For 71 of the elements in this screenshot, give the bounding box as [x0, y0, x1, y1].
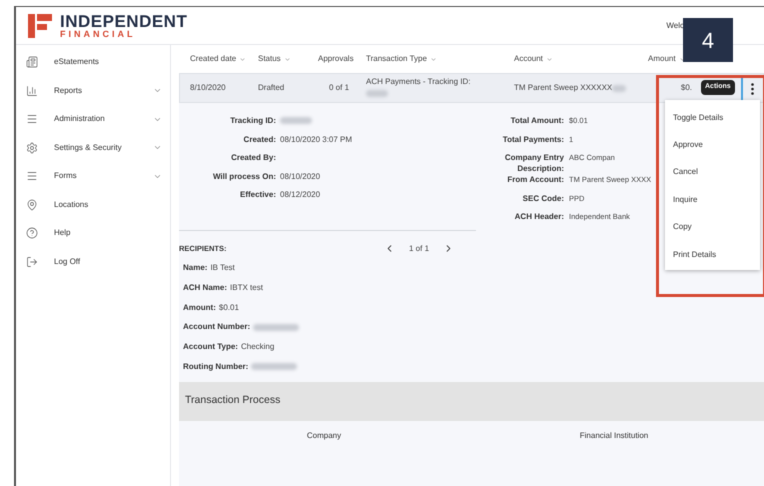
menu-item[interactable]: Approve: [665, 131, 760, 159]
step-badge: 4: [683, 18, 733, 62]
sort-icon: [284, 56, 291, 62]
column-header[interactable]: Transaction Type: [366, 53, 437, 65]
detail-label: Total Amount:: [510, 115, 564, 126]
detail-label: ACH Header:: [514, 211, 564, 222]
recipient-label: Name:: [183, 262, 208, 274]
detail-value: 08/12/2020: [280, 190, 320, 199]
section-title: Transaction Process: [185, 393, 280, 408]
nav-icon: [26, 84, 38, 97]
table-cell: TM Parent Sweep XXXXXX: [514, 82, 612, 94]
sidebar-item[interactable]: Settings & Security: [16, 134, 170, 162]
column-header[interactable]: Created date: [190, 53, 246, 65]
recipient-label: Account Type:: [183, 341, 238, 354]
logo-tagline: FINANCIAL: [60, 30, 136, 38]
process-column-header: Company: [306, 430, 342, 442]
detail-label: Effective:: [240, 190, 276, 199]
table-cell: $0.: [680, 83, 692, 92]
nav-icon: [26, 170, 38, 182]
nav-icon: [26, 142, 38, 154]
sidebar-item[interactable]: Locations: [16, 190, 170, 219]
recipient-label: Amount:: [183, 302, 216, 314]
column-header[interactable]: Approvals: [318, 53, 354, 65]
detail-label: Created:: [244, 134, 276, 144]
detail-label: Created By:: [231, 153, 276, 162]
welcome-text: Welc: [666, 20, 684, 32]
column-header[interactable]: Status: [258, 53, 291, 65]
process-column-header: Financial Institution: [578, 430, 650, 442]
nav-icon: [26, 113, 38, 126]
nav-icon: [26, 227, 38, 240]
logo-icon: [28, 14, 52, 38]
sort-icon: [546, 56, 553, 62]
sort-icon: [430, 56, 437, 62]
recipient-value: $0.01: [218, 302, 239, 312]
menu-item[interactable]: Cancel: [665, 158, 760, 186]
detail-label: Company Entry Description:: [504, 152, 564, 174]
logo-name: INDEPENDENT: [60, 12, 188, 30]
sidebar-item[interactable]: Reports: [16, 76, 170, 105]
menu-item[interactable]: Toggle Details: [665, 104, 760, 132]
detail-label: Tracking ID:: [230, 116, 276, 125]
menu-item[interactable]: Inquire: [665, 186, 760, 214]
column-header[interactable]: Account: [514, 53, 553, 65]
nav-icon: [26, 256, 38, 268]
sidebar-item[interactable]: Forms: [16, 162, 170, 190]
recipient-value: IB Test: [210, 263, 235, 272]
sidebar-item[interactable]: Help: [16, 219, 170, 248]
sidebar-item[interactable]: Log Off: [16, 248, 170, 276]
recipient-label: Routing Number:: [183, 360, 248, 373]
detail-value: 08/10/2020: [280, 172, 320, 180]
more-icon: [750, 83, 754, 95]
detail-label: Will process On:: [212, 172, 276, 180]
recipient-label: Account Number:: [183, 321, 250, 334]
sort-icon: [239, 56, 246, 62]
detail-label: Total Payments:: [502, 134, 564, 144]
table-cell: 8/10/2020: [190, 83, 226, 92]
table-cell: 0 of 1: [329, 83, 350, 92]
detail-value: 08/10/2020 3:07 PM: [280, 134, 352, 144]
page-indicator: 1 of 1: [409, 242, 430, 254]
sidebar-item[interactable]: eStatements: [16, 48, 170, 76]
recipient-value: Checking: [240, 342, 274, 352]
nav-icon: [26, 198, 38, 211]
menu-item[interactable]: Copy: [665, 214, 760, 241]
table-cell: Drafted: [258, 83, 284, 92]
menu-item[interactable]: Print Details: [665, 240, 760, 268]
nav-icon: [26, 56, 38, 68]
table-cell: ACH Payments - Tracking ID:: [366, 76, 470, 88]
recipient-label: ACH Name:: [183, 282, 228, 294]
sidebar-item[interactable]: Administration: [16, 105, 170, 134]
detail-label: SEC Code:: [522, 192, 564, 204]
detail-label: From Account:: [506, 174, 564, 185]
recipient-value: IBTX test: [230, 283, 263, 292]
